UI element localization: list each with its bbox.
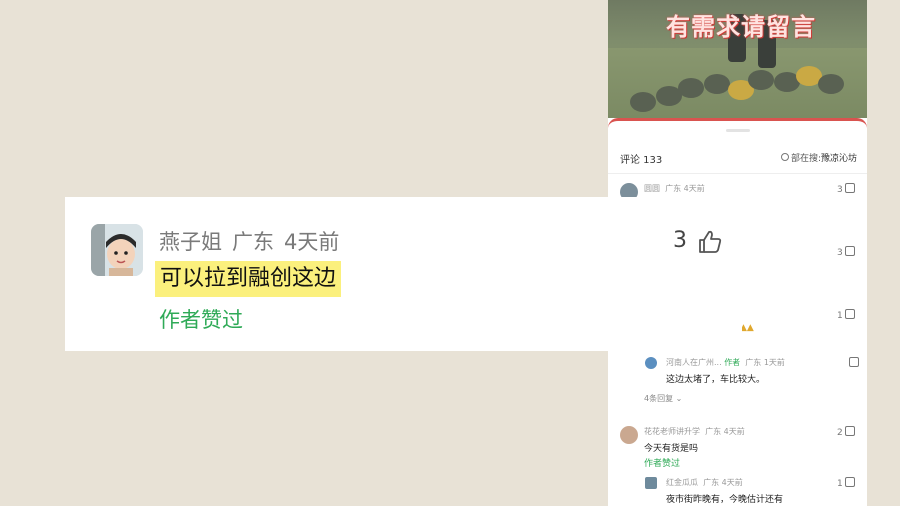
comment-location: 广东 [703, 478, 720, 487]
avatar[interactable] [620, 426, 638, 444]
comment-text: 今天有货是吗 [644, 444, 699, 454]
zoomed-comment-card: 燕子姐 广东 4天前 可以拉到融创这边 作者赞过 3 [65, 197, 742, 351]
thumb-up-icon [844, 309, 855, 319]
reply-location: 广东 [745, 358, 762, 367]
thumb-up-icon [849, 357, 859, 367]
comment-user[interactable]: 红金瓜瓜 [666, 478, 698, 487]
like-count: 2 [837, 428, 843, 438]
emoji-icon: ▲▲ [740, 323, 754, 333]
search-keyword: 豫凉沁坊 [820, 154, 857, 164]
more-replies-button[interactable]: 4条回复 ⌄ [644, 393, 682, 404]
child-avatar-image [91, 224, 143, 276]
search-suggestion[interactable]: 部在搜:豫凉沁坊 [780, 151, 857, 164]
like-button[interactable]: 1 [837, 477, 855, 489]
author-tag: 作者 [724, 358, 741, 367]
comment-location: 广东 [232, 230, 274, 254]
like-button[interactable]: 1 [837, 309, 855, 321]
highlighted-comment-text: 可以拉到融创这边 [155, 261, 342, 297]
watermelon [704, 74, 730, 94]
comment-time: 4天前 [683, 184, 705, 193]
like-count: 3 [837, 248, 843, 258]
like-button[interactable]: 2 [837, 426, 855, 438]
comment-time: 4天前 [723, 427, 745, 436]
search-icon [780, 153, 789, 161]
comments-count: 评论 133 [620, 155, 663, 166]
comment-time: 4天前 [721, 478, 743, 487]
watermelon [678, 78, 704, 98]
like-button[interactable]: 3 [837, 183, 855, 195]
author-liked-badge: 作者赞过 [644, 459, 681, 469]
author-liked-badge: 作者赞过 [159, 308, 243, 332]
comment-location: 广东 [665, 184, 682, 193]
divider [608, 173, 867, 174]
reply-user[interactable]: 河南人在广州... [666, 358, 722, 367]
reply-meta: 河南人在广州... 作者 广东 1天前 [666, 357, 785, 368]
like-count: 3 [673, 228, 687, 253]
comment-meta: 圆圆 广东 4天前 [644, 183, 705, 194]
reply-text: 这边太堵了，车比较大。 [666, 375, 766, 385]
comment-meta: 红金瓜瓜 广东 4天前 [666, 477, 743, 488]
like-button[interactable]: 3 [837, 246, 855, 258]
like-count: 3 [837, 185, 843, 195]
watermelon [748, 70, 774, 90]
search-prefix: 部在搜: [790, 154, 821, 164]
comment-text: 夜市街昨晚有，今晚估计还有 [666, 495, 784, 505]
thumb-up-icon [844, 426, 855, 436]
avatar[interactable] [645, 357, 657, 369]
comment-time: 4天前 [284, 230, 340, 254]
like-button[interactable] [847, 357, 859, 369]
avatar[interactable] [645, 477, 657, 489]
watermelon [630, 92, 656, 112]
sheet-drag-handle[interactable] [726, 129, 750, 132]
video-preview[interactable]: 有需求请留言 [608, 0, 867, 118]
thumb-up-icon [844, 183, 855, 193]
comment-location: 广东 [705, 427, 722, 436]
video-banner: 有需求请留言 [666, 13, 816, 41]
comment-meta: 花花老师讲升学 广东 4天前 [644, 426, 745, 437]
thumb-up-icon [844, 246, 855, 256]
comment-user[interactable]: 花花老师讲升学 [644, 427, 700, 436]
more-replies-label: 4条回复 [644, 394, 674, 403]
comment-user[interactable]: 圆圆 [644, 184, 660, 193]
like-count: 1 [837, 311, 843, 321]
avatar[interactable] [91, 224, 143, 276]
reply-time: 1天前 [763, 358, 785, 367]
thumb-up-icon [844, 477, 855, 487]
comment-user[interactable]: 燕子姐 [159, 230, 222, 254]
like-count: 1 [837, 479, 843, 489]
watermelon [818, 74, 844, 94]
comment-meta: 燕子姐 广东 4天前 [159, 226, 349, 256]
thumb-up-icon[interactable] [697, 229, 723, 259]
